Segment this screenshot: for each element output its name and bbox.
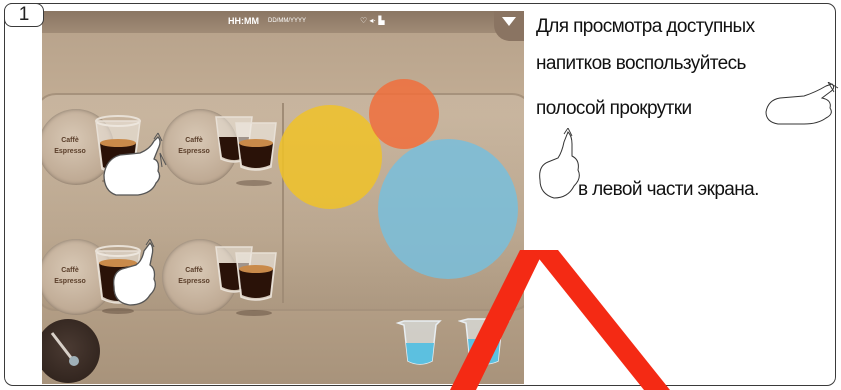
dropdown-menu-button[interactable] bbox=[494, 11, 524, 41]
status-date: DD/MM/YYYY bbox=[268, 18, 307, 24]
volume-icon: ◂· bbox=[369, 16, 377, 25]
double-espresso-cup-icon bbox=[215, 116, 277, 186]
vertical-swipe-hand-icon bbox=[539, 128, 580, 199]
instruction-line-2: напитков воспользуйтесь bbox=[536, 53, 746, 74]
bubble-orange bbox=[369, 79, 439, 149]
step-number-badge: 1 bbox=[4, 3, 44, 27]
red-watermark bbox=[450, 250, 670, 390]
bubble-yellow bbox=[278, 105, 382, 209]
drink-label: Caffè Espresso bbox=[178, 267, 210, 285]
instruction-line-1: Для просмотра доступных bbox=[536, 16, 755, 37]
wand-icon bbox=[50, 332, 79, 366]
double-espresso-cup-icon bbox=[215, 246, 277, 316]
horizontal-swipe-hand-icon bbox=[765, 82, 839, 125]
status-bar: HH:MM DD/MM/YYYY ♡ ◂· ▙ bbox=[42, 11, 524, 33]
instruction-line-3: полосой прокрутки bbox=[536, 98, 692, 119]
status-icons: ♡ ◂· ▙ bbox=[360, 16, 384, 25]
cup-icon: ▙ bbox=[378, 16, 385, 25]
drink-label: Caffè Espresso bbox=[54, 137, 86, 155]
instruction-line-4: в левой части экрана. bbox=[578, 179, 759, 200]
milk-jug-icon[interactable] bbox=[394, 317, 444, 369]
drink-label: Caffè Espresso bbox=[54, 267, 86, 285]
swipe-hand-icon bbox=[113, 239, 156, 306]
swipe-hand-icon bbox=[103, 132, 167, 196]
drop-icon: ♡ bbox=[360, 16, 368, 25]
status-time: HH:MM bbox=[228, 16, 259, 26]
chevron-down-icon bbox=[502, 17, 516, 26]
drink-label: Caffè Espresso bbox=[178, 137, 210, 155]
clean-tool-button[interactable] bbox=[42, 319, 100, 383]
